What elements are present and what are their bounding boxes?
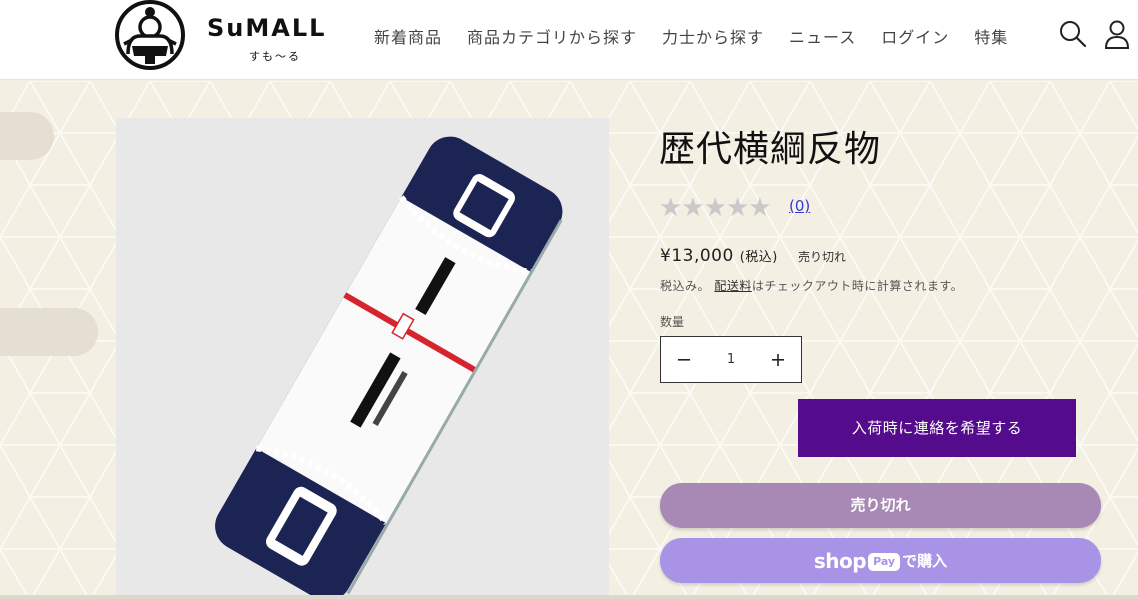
nav-categories[interactable]: 商品カテゴリから探す (467, 24, 637, 48)
star-icon: ★ (748, 193, 772, 223)
search-icon[interactable] (1058, 18, 1088, 50)
quantity-decrease-button[interactable] (661, 337, 707, 382)
product-title: 歴代横綱反物 (659, 129, 882, 170)
shop-pay-button[interactable]: shop Pay で購入 (660, 538, 1101, 583)
sumo-logo-icon[interactable] (114, 0, 186, 72)
quantity-input[interactable] (707, 337, 755, 382)
sold-out-badge: 売り切れ (798, 250, 847, 264)
plus-icon (772, 354, 784, 366)
minus-icon (678, 359, 690, 361)
logo-subtitle: すも〜る (249, 50, 301, 63)
quantity-increase-button[interactable] (755, 337, 801, 382)
shipping-link[interactable]: 配送料 (714, 279, 752, 293)
nav-features[interactable]: 特集 (974, 24, 1008, 48)
notify-restock-button[interactable]: 入荷時に連絡を希望する (798, 399, 1076, 457)
star-icon: ★ (681, 193, 705, 223)
shop-pay-logo-shop: shop (813, 549, 867, 573)
tax-note: 税込み。 配送料はチェックアウト時に計算されます。 (660, 277, 963, 294)
main-nav: 新着商品 商品カテゴリから探す 力士から探す ニュース ログイン 特集 (374, 24, 1033, 48)
decorative-pill (0, 308, 98, 356)
sold-out-button[interactable]: 売り切れ (660, 483, 1101, 528)
tanmono-roll-illustration (215, 136, 563, 599)
product-price: ¥13,000 (税込) (660, 246, 778, 266)
quantity-label: 数量 (660, 315, 685, 329)
price-tax-label: (税込) (739, 250, 778, 265)
nav-news[interactable]: ニュース (789, 24, 856, 48)
price-value: ¥13,000 (660, 246, 734, 266)
rating-stars: ★ ★ ★ ★ ★ (659, 193, 772, 223)
decorative-pill (0, 112, 54, 160)
review-count-link[interactable]: (0) (789, 197, 810, 215)
product-image[interactable] (116, 118, 609, 599)
star-icon: ★ (725, 193, 750, 223)
logo-text[interactable]: SuMALL (207, 14, 326, 42)
nav-wrestlers[interactable]: 力士から探す (662, 24, 764, 48)
account-icon[interactable] (1102, 18, 1132, 50)
nav-new-arrivals[interactable]: 新着商品 (374, 24, 442, 48)
quantity-stepper (660, 336, 802, 383)
star-icon: ★ (703, 193, 727, 223)
bottom-divider (0, 595, 1138, 599)
site-header: SuMALL すも〜る 新着商品 商品カテゴリから探す 力士から探す ニュース … (0, 0, 1138, 80)
shop-pay-logo-pay: Pay (868, 552, 901, 571)
nav-login[interactable]: ログイン (881, 24, 949, 48)
tax-note-suffix: はチェックアウト時に計算されます。 (751, 279, 964, 293)
tax-note-prefix: 税込み。 (660, 279, 711, 293)
star-icon: ★ (659, 193, 683, 223)
shop-pay-buy-label: で購入 (902, 552, 948, 570)
